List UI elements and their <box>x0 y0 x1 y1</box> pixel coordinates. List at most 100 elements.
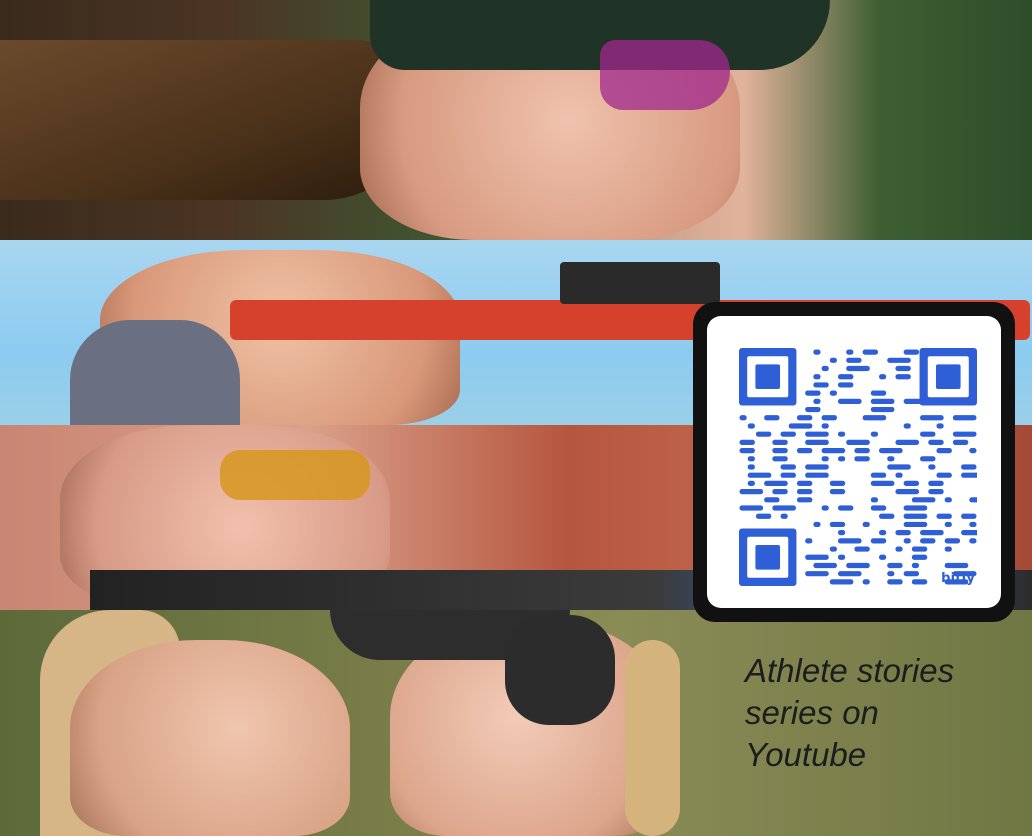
qr-module <box>944 546 952 552</box>
qr-module <box>796 480 813 487</box>
qr-module <box>846 439 870 445</box>
qr-module <box>837 538 862 544</box>
qr-module <box>903 571 920 577</box>
qr-module <box>837 431 846 437</box>
qr-module <box>837 456 846 462</box>
qr-module <box>903 349 920 355</box>
qr-module <box>805 472 829 478</box>
qr-module <box>829 390 837 396</box>
qr-module <box>935 364 961 390</box>
qr-module <box>739 415 747 421</box>
athlete-glasses-3 <box>220 450 370 500</box>
qr-module <box>870 431 879 437</box>
qr-module <box>739 439 755 445</box>
bitly-brand-label: bitly <box>941 571 975 586</box>
qr-module <box>903 423 911 429</box>
qr-module <box>911 497 936 503</box>
qr-module <box>870 497 879 503</box>
qr-module <box>854 447 870 454</box>
qr-module <box>747 423 755 429</box>
qr-module <box>796 489 813 495</box>
qr-module <box>837 382 854 388</box>
qr-module <box>936 447 952 454</box>
qr-module <box>887 456 895 462</box>
qr-module <box>887 464 911 470</box>
qr-module <box>829 521 846 528</box>
qr-module <box>862 415 887 421</box>
qr-module <box>796 497 813 503</box>
qr-module <box>764 415 780 421</box>
qr-module <box>805 406 821 413</box>
qr-module <box>747 464 755 470</box>
qr-module <box>961 513 977 519</box>
qr-module <box>772 456 788 462</box>
qr-module <box>944 538 961 544</box>
qr-module <box>895 472 903 478</box>
qr-module <box>944 497 952 503</box>
qr-module <box>895 546 903 552</box>
qr-module <box>944 562 969 569</box>
qr-module <box>870 406 895 413</box>
qr-module <box>846 562 870 569</box>
qr-module <box>952 439 969 445</box>
qr-module <box>821 447 846 454</box>
qr-module <box>821 505 829 511</box>
qr-module <box>755 544 781 570</box>
qr-module <box>805 464 829 470</box>
qr-module <box>846 365 870 372</box>
qr-module <box>920 415 944 421</box>
qr-module <box>969 538 977 544</box>
qr-module <box>829 546 837 552</box>
qr-module <box>813 349 821 355</box>
qr-module <box>821 415 837 421</box>
qr-module <box>920 431 936 437</box>
qr-module <box>780 431 796 437</box>
qr-module <box>879 374 887 380</box>
qr-module <box>944 521 952 528</box>
qr-module <box>903 398 928 404</box>
qr-module <box>821 456 829 462</box>
qr-module <box>895 439 920 445</box>
qr-module <box>788 423 813 429</box>
qr-module <box>870 505 887 511</box>
qr-module <box>936 472 952 478</box>
caption-text: Athlete stories series on Youtube <box>745 650 1005 776</box>
qr-module <box>936 423 944 429</box>
qr-module <box>911 579 928 585</box>
qr-module <box>928 464 936 470</box>
qr-module <box>805 554 829 560</box>
qr-module <box>780 513 788 519</box>
qr-module <box>747 456 755 462</box>
qr-module <box>837 398 862 404</box>
qr-module <box>854 546 870 552</box>
qr-code-card[interactable]: bitly <box>693 302 1015 622</box>
qr-module <box>747 480 755 487</box>
qr-module <box>911 562 920 569</box>
qr-module <box>846 357 862 363</box>
qr-module <box>961 472 977 478</box>
qr-module <box>928 489 944 495</box>
qr-module <box>903 513 928 519</box>
qr-module <box>829 579 854 585</box>
qr-module <box>837 554 846 560</box>
qr-module <box>813 374 821 380</box>
qr-module <box>739 505 764 511</box>
qr-module <box>887 579 903 585</box>
qr-module <box>920 456 936 462</box>
qr-module <box>920 530 944 536</box>
qr-module <box>911 554 928 560</box>
qr-module <box>961 530 977 536</box>
qr-module <box>837 571 862 577</box>
qr-module <box>887 357 911 363</box>
qr-module <box>772 505 796 511</box>
shotgun-stock <box>0 40 420 200</box>
qr-module <box>805 431 829 437</box>
qr-module <box>920 538 936 544</box>
qr-module <box>895 530 911 536</box>
qr-module <box>870 538 887 544</box>
qr-module <box>821 423 829 429</box>
qr-module <box>911 546 928 552</box>
qr-module <box>862 579 870 585</box>
qr-module <box>813 521 821 528</box>
qr-module <box>772 489 788 495</box>
